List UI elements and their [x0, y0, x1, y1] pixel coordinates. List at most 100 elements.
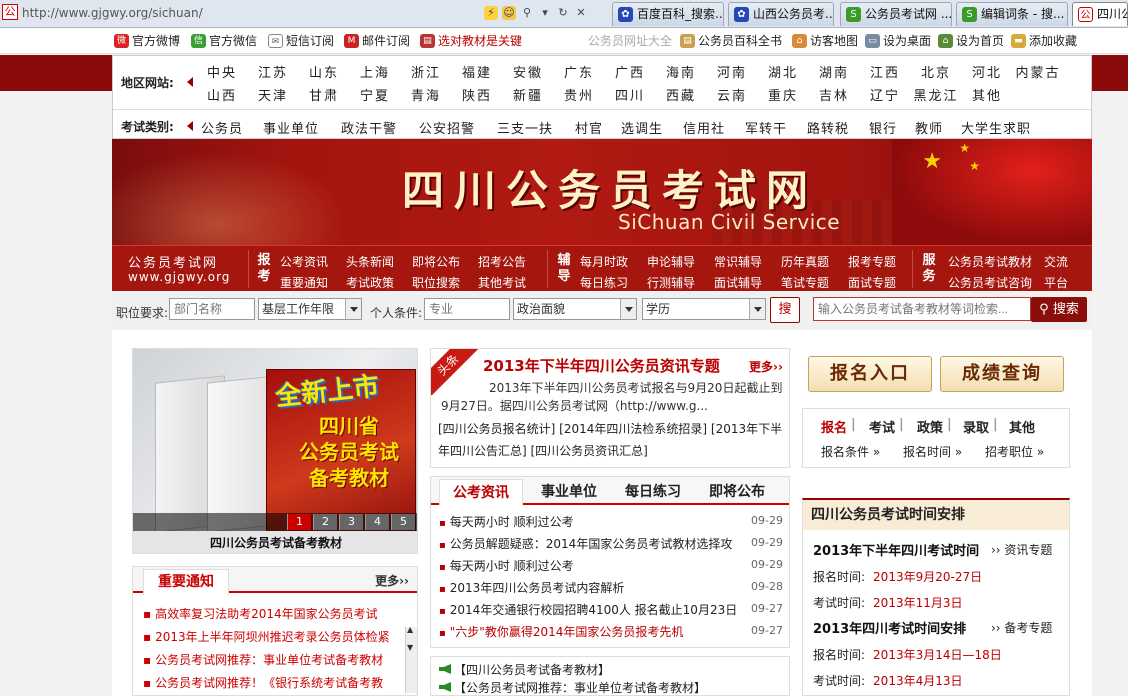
textbook-link[interactable]: ▤ 选对教材是关键 [420, 33, 522, 49]
region-link[interactable]: 海南 [656, 62, 706, 81]
register-entry-button[interactable]: 报名入口 [808, 356, 932, 392]
region-link[interactable]: 黑龙江 [911, 85, 961, 104]
quick-sub-positions[interactable]: 招考职位 » [985, 443, 1044, 460]
menu-item[interactable]: 即将公布 [412, 253, 460, 270]
slider-page-2[interactable]: 2 [313, 514, 337, 530]
encyclopedia-link[interactable]: ▤ 公务员百科全书 [680, 33, 782, 49]
visitor-map-link[interactable]: ⌂ 访客地图 [792, 33, 858, 49]
region-link[interactable]: 重庆 [758, 85, 808, 104]
category-link[interactable]: 公务员 [201, 118, 243, 137]
headline-title[interactable]: 2013年下半年四川公务员资讯专题 [483, 355, 720, 376]
category-link[interactable]: 军转干 [745, 118, 787, 137]
menu-item[interactable]: 招考公告 [478, 253, 526, 270]
lightning-icon[interactable]: ⚡ [484, 6, 498, 20]
menu-item[interactable]: 每日练习 [580, 274, 628, 291]
menu-item[interactable]: 重要通知 [280, 274, 328, 291]
menu-item[interactable]: 公务员考试咨询 [948, 274, 1032, 291]
region-link[interactable]: 北京 [911, 62, 961, 81]
slider-page-4[interactable]: 4 [365, 514, 389, 530]
menu-item[interactable]: 头条新闻 [346, 253, 394, 270]
news-item[interactable]: 每天两小时 顺利过公考 09-29 [439, 557, 783, 574]
region-link[interactable]: 安徽 [503, 62, 553, 81]
category-link[interactable]: 村官 [575, 118, 603, 137]
region-link[interactable]: 西藏 [656, 85, 706, 104]
set-home-link[interactable]: ⌂ 设为首页 [938, 33, 1004, 49]
menu-item[interactable]: 行测辅导 [647, 274, 695, 291]
menu-item[interactable]: 平台 [1044, 274, 1068, 291]
region-link[interactable]: 陕西 [452, 85, 502, 104]
news-item[interactable]: 每天两小时 顺利过公考 09-29 [439, 513, 783, 530]
region-link[interactable]: 云南 [707, 85, 757, 104]
region-link[interactable]: 湖北 [758, 62, 808, 81]
category-link[interactable]: 三支一扶 [497, 118, 553, 137]
region-link[interactable]: 河北 [962, 62, 1012, 81]
region-link[interactable]: 内蒙古 [1013, 62, 1063, 81]
major-input[interactable] [424, 298, 510, 320]
notice-item[interactable]: ▪ 公务员考试网推荐：事业单位考试备考教材 [143, 651, 383, 668]
menu-item[interactable]: 每月时政 [580, 253, 628, 270]
category-link[interactable]: 大学生求职 [961, 118, 1031, 137]
category-link[interactable]: 事业单位 [263, 118, 319, 137]
keyword-search-button[interactable]: ⚲ 搜索 [1031, 297, 1087, 322]
slider-page-5[interactable]: 5 [391, 514, 415, 530]
region-link[interactable]: 天津 [248, 85, 298, 104]
sms-subscribe-link[interactable]: ✉ 短信订阅 [268, 33, 334, 49]
tab-exam-news[interactable]: 公考资讯 [439, 479, 523, 505]
region-link[interactable]: 江西 [860, 62, 910, 81]
notice-tab[interactable]: 重要通知 [143, 569, 229, 595]
menu-item[interactable]: 历年真题 [781, 253, 829, 270]
menu-item[interactable]: 其他考试 [478, 274, 526, 291]
category-link[interactable]: 教师 [915, 118, 943, 137]
news-item[interactable]: 2013年四川公务员考试内容解析 09-28 [439, 579, 783, 596]
notice-more-link[interactable]: 更多›› [375, 572, 409, 589]
region-link[interactable]: 中央 [197, 62, 247, 81]
menu-item[interactable]: 考试政策 [346, 274, 394, 291]
browser-tab-sichuan[interactable]: 公 四川公 [1072, 2, 1128, 26]
refresh-icon[interactable]: ↻ [556, 6, 570, 20]
quick-sub-time[interactable]: 报名时间 » [903, 443, 962, 460]
region-link[interactable]: 山东 [299, 62, 349, 81]
category-link[interactable]: 公安招警 [419, 118, 475, 137]
menu-item[interactable]: 职位搜索 [412, 274, 460, 291]
menu-item[interactable]: 公务员考试教材 [948, 253, 1032, 270]
notice-scrollbar[interactable] [405, 625, 417, 693]
region-link[interactable]: 广西 [605, 62, 655, 81]
quick-link-policy[interactable]: 政策 [917, 417, 943, 436]
wechat-link[interactable]: 信官方微信 [191, 33, 257, 49]
slider-caption[interactable]: 四川公务员考试备考教材 [133, 531, 417, 553]
tab-upcoming[interactable]: 即将公布 [695, 479, 779, 505]
region-link[interactable]: 贵州 [554, 85, 604, 104]
category-link[interactable]: 银行 [869, 118, 897, 137]
news-item[interactable]: "六步"教你赢得2014年国家公务员报考先机 09-27 [439, 623, 783, 640]
browser-tab-edit[interactable]: S 编辑词条 - 搜... [956, 2, 1068, 26]
region-link[interactable]: 河南 [707, 62, 757, 81]
category-link[interactable]: 路转税 [807, 118, 849, 137]
region-link[interactable]: 湖南 [809, 62, 859, 81]
quick-link-register[interactable]: 报名 [821, 417, 847, 436]
slider-page-3[interactable]: 3 [339, 514, 363, 530]
textbook-slider[interactable]: 全新上市 四川省 公务员考试 备考教材 1 2 3 4 5 四川公务员考试备考教… [132, 348, 418, 554]
smiley-icon[interactable]: ☺ [502, 6, 516, 20]
headline-more-link[interactable]: 更多›› [749, 358, 783, 375]
region-link[interactable]: 新疆 [503, 85, 553, 104]
notice-item[interactable]: ▪ 公务员考试网推荐！《银行系统考试备考教 [143, 674, 383, 691]
email-subscribe-link[interactable]: M 邮件订阅 [344, 33, 410, 49]
position-search-button[interactable]: 搜 [770, 297, 800, 323]
chevron-down-icon[interactable]: ▾ [538, 6, 552, 20]
headline-related-links[interactable]: [四川公务员报名统计] [2014年四川法检系统招录] [2013年下半年四川公… [430, 418, 790, 462]
work-years-select[interactable]: 基层工作年限 [258, 298, 362, 320]
search-icon[interactable]: ⚲ [520, 6, 534, 20]
region-link[interactable]: 山西 [197, 85, 247, 104]
browser-tab-gwy[interactable]: S 公务员考试网 ... [840, 2, 952, 26]
audio-item[interactable]: 【公务员考试网推荐：事业单位考试备考教材】 [439, 679, 706, 696]
menu-item[interactable]: 面试专题 [848, 274, 896, 291]
audio-item[interactable]: 【四川公务员考试备考教材】 [439, 661, 610, 678]
region-link[interactable]: 江苏 [248, 62, 298, 81]
menu-item[interactable]: 公考资讯 [280, 253, 328, 270]
browser-tab-baidu[interactable]: ✿ 百度百科_搜索... [612, 2, 724, 26]
prep-topic-link[interactable]: ›› 备考专题 [991, 619, 1052, 636]
category-link[interactable]: 信用社 [683, 118, 725, 137]
menu-item[interactable]: 申论辅导 [647, 253, 695, 270]
menu-item[interactable]: 交流 [1044, 253, 1068, 270]
region-link[interactable]: 其他 [962, 85, 1012, 104]
